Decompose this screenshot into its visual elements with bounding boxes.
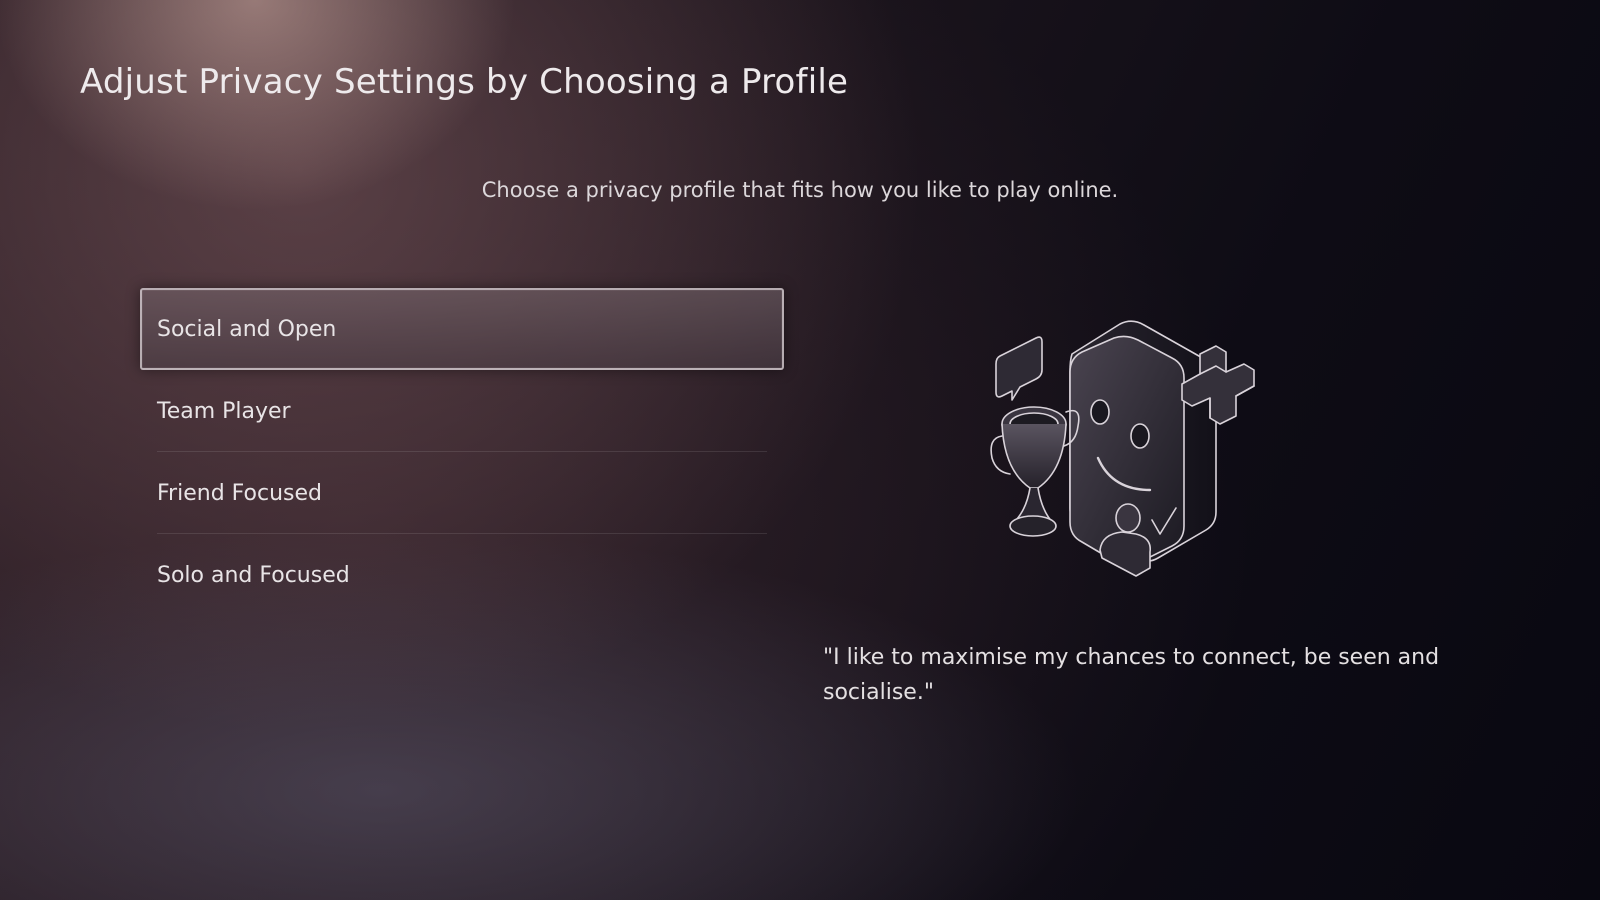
profile-option-solo-and-focused[interactable]: Solo and Focused bbox=[140, 534, 784, 616]
profile-illustration bbox=[990, 312, 1290, 598]
profile-illustration-svg bbox=[990, 320, 1255, 577]
speech-bubble-icon bbox=[995, 336, 1043, 401]
profile-option-label: Friend Focused bbox=[157, 480, 322, 506]
smiley-face-icon bbox=[1069, 320, 1217, 566]
trophy-icon bbox=[990, 406, 1080, 537]
page-subtitle: Choose a privacy profile that fits how y… bbox=[481, 178, 1119, 202]
page-title: Adjust Privacy Settings by Choosing a Pr… bbox=[80, 62, 849, 102]
profile-option-team-player[interactable]: Team Player bbox=[140, 370, 784, 452]
profile-option-label: Solo and Focused bbox=[157, 562, 350, 588]
profile-option-label: Social and Open bbox=[157, 316, 337, 342]
profile-option-friend-focused[interactable]: Friend Focused bbox=[140, 452, 784, 534]
profile-option-label: Team Player bbox=[157, 398, 291, 424]
profile-option-social-and-open[interactable]: Social and Open bbox=[140, 288, 784, 370]
profile-list: Social and Open Team Player Friend Focus… bbox=[140, 288, 784, 616]
profile-description: "I like to maximise my chances to connec… bbox=[823, 645, 1440, 705]
